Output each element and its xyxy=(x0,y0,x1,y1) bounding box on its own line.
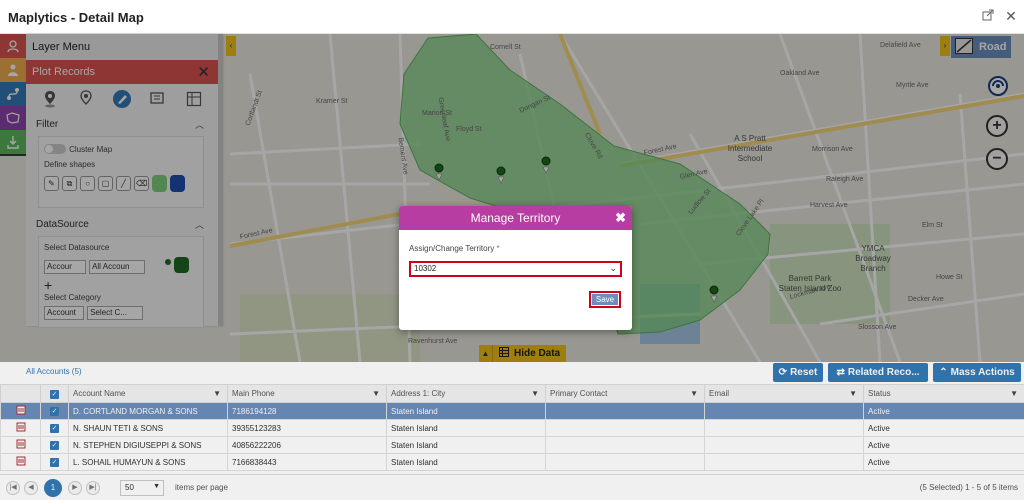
close-window-icon[interactable]: ✕ xyxy=(1004,9,1018,23)
record-icon[interactable] xyxy=(0,402,41,420)
table-header-row: ✓ Account Name ▼ Main Phone ▼ Address 1: C… xyxy=(0,384,1024,403)
select-all-checkbox[interactable]: ✓ xyxy=(40,384,69,403)
filter-icon[interactable]: ▼ xyxy=(690,389,698,398)
column-header[interactable]: Account Name ▼ xyxy=(68,384,228,403)
record-icon[interactable] xyxy=(0,436,41,454)
column-header[interactable]: Main Phone ▼ xyxy=(227,384,387,403)
cell-account-name: D. CORTLAND MORGAN & SONS xyxy=(68,402,228,420)
cell-city: Staten Island xyxy=(386,419,546,437)
refresh-icon: ⟳ xyxy=(778,367,788,378)
page-size-select[interactable]: 50 ▼ xyxy=(120,480,164,496)
column-header[interactable]: Address 1: City ▼ xyxy=(386,384,546,403)
cell-contact xyxy=(545,419,705,437)
app-window: Maplytics - Detail Map ✕ Cornell St Dela… xyxy=(0,0,1024,500)
column-header[interactable]: Primary Contact ▼ xyxy=(545,384,705,403)
pager-summary: (5 Selected) 1 - 5 of 5 items xyxy=(919,483,1018,492)
cell-phone: 39355123283 xyxy=(227,419,387,437)
row-checkbox[interactable]: ✓ xyxy=(40,419,69,437)
column-header[interactable]: Email ▼ xyxy=(704,384,864,403)
swap-icon: ⇄ xyxy=(836,367,845,378)
current-page[interactable]: 1 xyxy=(44,479,62,497)
pager: |◀ ◀ 1 ▶ ▶| 50 ▼ items per page (5 Select… xyxy=(0,474,1024,500)
territory-select[interactable]: 10302 ⌄ xyxy=(409,261,622,277)
table-row[interactable]: ✓ L. SOHAIL HUMAYUN & SONS 7166838443 St… xyxy=(0,453,1024,471)
popout-icon[interactable] xyxy=(981,9,995,23)
mass-actions-button[interactable]: ⌃ Mass Actions xyxy=(933,363,1021,382)
manage-territory-dialog: Manage Territory ✖ Assign/Change Territo… xyxy=(399,206,632,330)
row-checkbox[interactable]: ✓ xyxy=(40,453,69,471)
reset-button[interactable]: ⟳ Reset xyxy=(773,363,823,382)
cell-status: Active xyxy=(863,419,1024,437)
cell-account-name: L. SOHAIL HUMAYUN & SONS xyxy=(68,453,228,471)
territory-field-label: Assign/Change Territory * xyxy=(409,244,500,253)
cell-contact xyxy=(545,453,705,471)
cell-status: Active xyxy=(863,436,1024,454)
cell-phone: 7166838443 xyxy=(227,453,387,471)
grid-toolbar: All Accounts (5) ⟳ Reset ⇄ Related Reco...… xyxy=(0,362,1024,384)
cell-phone: 7186194128 xyxy=(227,402,387,420)
cell-email xyxy=(704,453,864,471)
cell-contact xyxy=(545,402,705,420)
record-icon[interactable] xyxy=(0,419,41,437)
filter-icon[interactable]: ▼ xyxy=(213,389,221,398)
window-title: Maplytics - Detail Map xyxy=(8,10,144,25)
cell-contact xyxy=(545,436,705,454)
filter-icon[interactable]: ▼ xyxy=(531,389,539,398)
filter-icon[interactable]: ▼ xyxy=(372,389,380,398)
cell-phone: 40856222206 xyxy=(227,436,387,454)
column-header[interactable]: Status ▼ xyxy=(863,384,1024,403)
last-page-button[interactable]: ▶| xyxy=(86,481,100,495)
cell-status: Active xyxy=(863,402,1024,420)
cell-account-name: N. SHAUN TETI & SONS xyxy=(68,419,228,437)
chevron-down-icon: ⌄ xyxy=(609,263,617,273)
all-accounts-tab[interactable]: All Accounts (5) xyxy=(26,367,82,376)
first-page-button[interactable]: |◀ xyxy=(6,481,20,495)
cell-city: Staten Island xyxy=(386,402,546,420)
filter-icon[interactable]: ▼ xyxy=(1010,389,1018,398)
table-row[interactable]: ✓ N. SHAUN TETI & SONS 39355123283 State… xyxy=(0,419,1024,437)
save-button[interactable]: Save xyxy=(589,291,621,308)
cell-status: Active xyxy=(863,453,1024,471)
next-page-button[interactable]: ▶ xyxy=(68,481,82,495)
record-icon[interactable] xyxy=(0,453,41,471)
cell-city: Staten Island xyxy=(386,453,546,471)
title-bar: Maplytics - Detail Map ✕ xyxy=(0,0,1024,34)
filter-icon[interactable]: ▼ xyxy=(849,389,857,398)
accounts-table: ✓ Account Name ▼ Main Phone ▼ Address 1: C… xyxy=(0,384,1024,471)
close-icon[interactable]: ✖ xyxy=(615,206,626,230)
cell-email xyxy=(704,402,864,420)
table-row[interactable]: ✓ D. CORTLAND MORGAN & SONS 7186194128 S… xyxy=(0,402,1024,420)
dialog-header: Manage Territory ✖ xyxy=(399,206,632,230)
row-checkbox[interactable]: ✓ xyxy=(40,436,69,454)
cell-email xyxy=(704,436,864,454)
table-row[interactable]: ✓ N. STEPHEN DIGIUSEPPI & SONS 408562222… xyxy=(0,436,1024,454)
cell-account-name: N. STEPHEN DIGIUSEPPI & SONS xyxy=(68,436,228,454)
chevron-down-icon: ▼ xyxy=(153,483,160,490)
cell-email xyxy=(704,419,864,437)
prev-page-button[interactable]: ◀ xyxy=(24,481,38,495)
dialog-title: Manage Territory xyxy=(470,211,561,225)
caret-up-icon: ⌃ xyxy=(939,367,948,378)
row-checkbox[interactable]: ✓ xyxy=(40,402,69,420)
items-per-page-label: items per page xyxy=(175,483,228,492)
cell-city: Staten Island xyxy=(386,436,546,454)
related-records-button[interactable]: ⇄ Related Reco... xyxy=(828,363,928,382)
